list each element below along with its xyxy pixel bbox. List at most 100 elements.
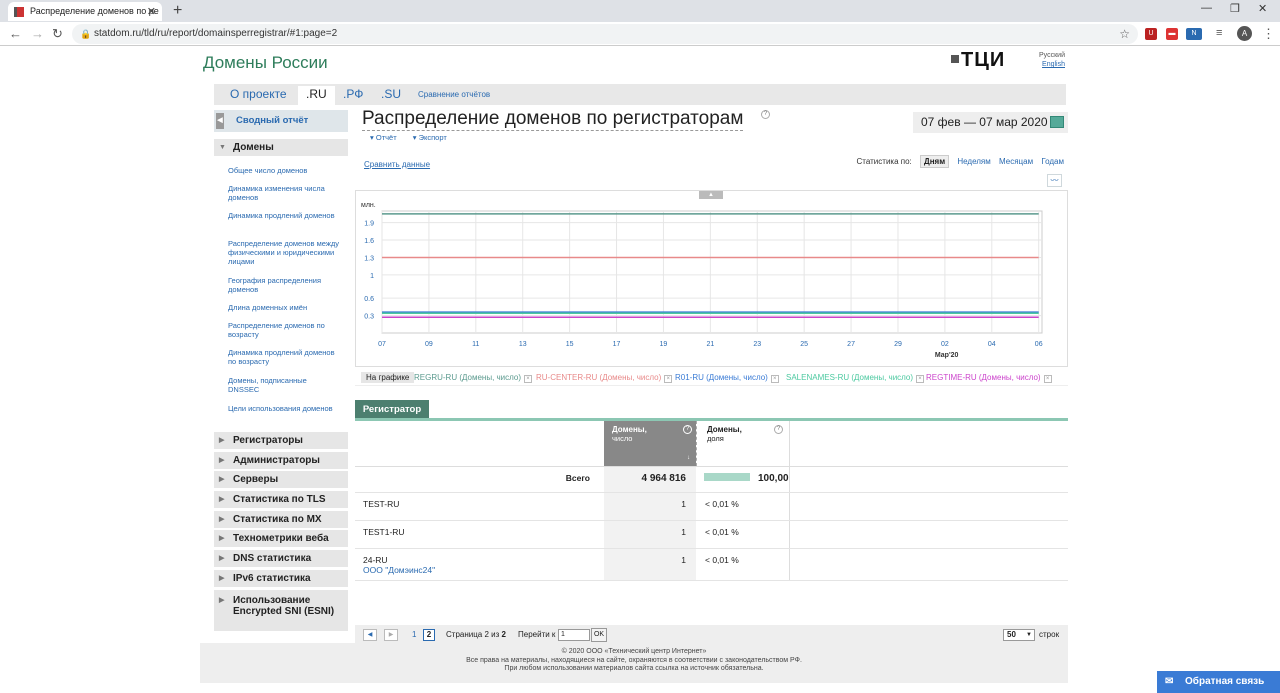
legend-item: REGTIME-RU (Домены, число) × — [926, 373, 1052, 383]
help-icon[interactable]: ? — [761, 110, 770, 119]
date-range-picker[interactable]: 07 фев — 07 мар 2020 — [913, 112, 1068, 133]
back-icon[interactable]: ← — [9, 26, 22, 41]
page-current[interactable]: 2 — [423, 629, 435, 641]
column-header-share[interactable]: Домены, доля ? — [696, 421, 789, 466]
top-tabs: О проекте .RU .РФ .SU Сравнение отчётов — [214, 84, 1066, 105]
section-label: Серверы — [233, 474, 279, 485]
report-link[interactable]: Отчёт — [376, 133, 397, 142]
x-tick-label: 07 — [378, 341, 386, 348]
sidebar-link[interactable]: География распределения доменов — [228, 276, 340, 294]
browser-tab[interactable]: Распределение доменов по ре ✕ — [8, 2, 162, 21]
table-row[interactable]: TEST1-RU 1 < 0,01 % — [355, 521, 1068, 549]
period-days[interactable]: Дням — [920, 155, 950, 168]
collapse-chart-icon[interactable]: ▲ — [699, 191, 723, 199]
rows-per-page-select[interactable]: 50 ▼ — [1003, 629, 1035, 641]
close-window-icon[interactable]: ✕ — [1258, 2, 1267, 15]
remove-series-icon[interactable]: × — [770, 375, 779, 383]
star-icon[interactable]: ☆ — [1119, 24, 1130, 44]
sidebar-link[interactable]: Домены, подписанные DNSSEC — [228, 376, 340, 394]
period-weeks[interactable]: Неделям — [957, 157, 990, 166]
page-total: 2 — [501, 630, 506, 639]
column-header-count[interactable]: Домены, число ? ↓ — [604, 421, 696, 466]
help-icon[interactable]: ? — [683, 425, 692, 434]
sidebar-link[interactable]: Распределение доменов между физическими … — [228, 239, 340, 266]
profile-avatar[interactable]: A — [1237, 26, 1252, 41]
tab-ru[interactable]: .RU — [298, 86, 335, 105]
summary-label: Сводный отчёт — [236, 115, 309, 126]
legend-item: R01-RU (Домены, число) × — [675, 373, 779, 383]
page-link-1[interactable]: 1 — [412, 625, 416, 645]
tab-registrar[interactable]: Регистратор — [355, 400, 429, 419]
address-bar[interactable]: 🔒 statdom.ru/tld/ru/report/domainsperreg… — [72, 24, 1138, 44]
remove-series-icon[interactable]: × — [524, 375, 533, 383]
reload-icon[interactable]: ↻ — [52, 26, 63, 42]
new-tab-icon[interactable]: + — [173, 2, 182, 20]
legend-label: SALENAMES-RU (Домены, число) — [786, 373, 914, 382]
tci-logo[interactable]: ТЦИ — [951, 49, 1005, 72]
next-page-icon[interactable]: ▶ — [384, 629, 398, 641]
chart-type-icon[interactable]: 〰 — [1047, 174, 1062, 187]
sidebar-link[interactable]: Распределение доменов по возрасту — [228, 321, 340, 339]
sidebar-section-mx[interactable]: ▶ Статистика по MX — [214, 511, 348, 528]
table-row[interactable]: TEST-RU 1 < 0,01 % — [355, 493, 1068, 521]
sidebar-section-servers[interactable]: ▶ Серверы — [214, 471, 348, 488]
table-row[interactable]: 24-RU ООО "Домэинс24" 1 < 0,01 % — [355, 549, 1068, 581]
goto-page-input[interactable]: 1 — [558, 629, 590, 641]
maximize-icon[interactable]: ❐ — [1230, 2, 1240, 15]
sidebar-section-domains[interactable]: ▼ Домены — [214, 139, 348, 156]
remove-series-icon[interactable]: × — [1043, 375, 1052, 383]
collapse-arrow-icon[interactable]: ◀ — [216, 113, 224, 129]
y-tick-label: 1.9 — [364, 221, 374, 228]
period-years[interactable]: Годам — [1041, 157, 1064, 166]
x-tick-label: 04 — [988, 341, 996, 348]
collapsed-triangle-icon: ▶ — [219, 597, 225, 604]
sidebar-link[interactable]: Динамика изменения числа доменов — [228, 184, 340, 202]
x-tick-label: 19 — [660, 341, 668, 348]
registrar-company-link[interactable]: ООО "Домэинс24" — [363, 565, 435, 575]
sidebar-summary[interactable]: ◀ Сводный отчёт — [214, 110, 348, 132]
sidebar-section-dns[interactable]: ▶ DNS статистика — [214, 550, 348, 567]
close-tab-icon[interactable]: ✕ — [147, 5, 156, 18]
prev-page-icon[interactable]: ◀ — [363, 629, 377, 641]
sidebar-link[interactable]: Динамика продлений доменов по возрасту — [228, 348, 340, 366]
sidebar-section-admins[interactable]: ▶ Администраторы — [214, 452, 348, 469]
sidebar-section-tls[interactable]: ▶ Статистика по TLS — [214, 491, 348, 508]
period-months[interactable]: Месяцам — [999, 157, 1033, 166]
extension-new-icon[interactable]: N — [1186, 28, 1202, 40]
minimize-icon[interactable]: — — [1201, 2, 1212, 14]
x-tick-label: 02 — [941, 341, 949, 348]
menu-icon[interactable]: ⋮ — [1262, 26, 1275, 42]
sidebar-link[interactable]: Длина доменных имён — [228, 303, 340, 312]
sidebar-section-webmetrics[interactable]: ▶ Технометрики веба — [214, 530, 348, 547]
lang-en-link[interactable]: English — [1039, 60, 1065, 69]
sidebar-section-esni[interactable]: ▶ Использование Encrypted SNI (ESNI) — [214, 590, 348, 631]
feedback-button[interactable]: ✉ Обратная связь — [1157, 671, 1280, 693]
footer-copyright: © 2020 ООО «Технический центр Интернет» — [561, 648, 707, 655]
help-icon[interactable]: ? — [774, 425, 783, 434]
domain-share: < 0,01 % — [705, 527, 739, 537]
export-link[interactable]: Экспорт — [419, 133, 447, 142]
extension-icon[interactable]: ▬ — [1166, 28, 1178, 40]
sidebar-link[interactable]: Динамика продлений доменов — [228, 211, 340, 220]
collapsed-triangle-icon: ▶ — [219, 457, 225, 464]
calendar-icon[interactable] — [1050, 116, 1064, 128]
tab-about[interactable]: О проекте — [230, 87, 287, 101]
remove-series-icon[interactable]: × — [916, 375, 925, 383]
tab-su[interactable]: .SU — [381, 87, 401, 101]
tab-compare[interactable]: Сравнение отчётов — [418, 90, 490, 99]
sidebar-link[interactable]: Цели использования доменов — [228, 404, 340, 413]
on-chart-button[interactable]: На графике — [361, 372, 415, 383]
site-title[interactable]: Домены России — [203, 53, 328, 73]
forward-icon[interactable]: → — [31, 26, 44, 41]
tab-rf[interactable]: .РФ — [343, 87, 363, 101]
footer-notice: При любом использовании материалов сайта… — [504, 665, 764, 672]
remove-series-icon[interactable]: × — [664, 375, 673, 383]
extension-icon[interactable]: U — [1145, 28, 1157, 40]
playlist-icon[interactable]: ≡ — [1216, 27, 1222, 39]
goto-ok-button[interactable]: OK — [591, 628, 607, 642]
sidebar-section-ipv6[interactable]: ▶ IPv6 статистика — [214, 570, 348, 587]
compare-data-link[interactable]: Сравнить данные — [364, 160, 430, 169]
sidebar-link[interactable]: Общее число доменов — [228, 166, 340, 175]
sidebar-section-registrars[interactable]: ▶ Регистраторы — [214, 432, 348, 449]
goto-label: Перейти к — [518, 630, 556, 639]
